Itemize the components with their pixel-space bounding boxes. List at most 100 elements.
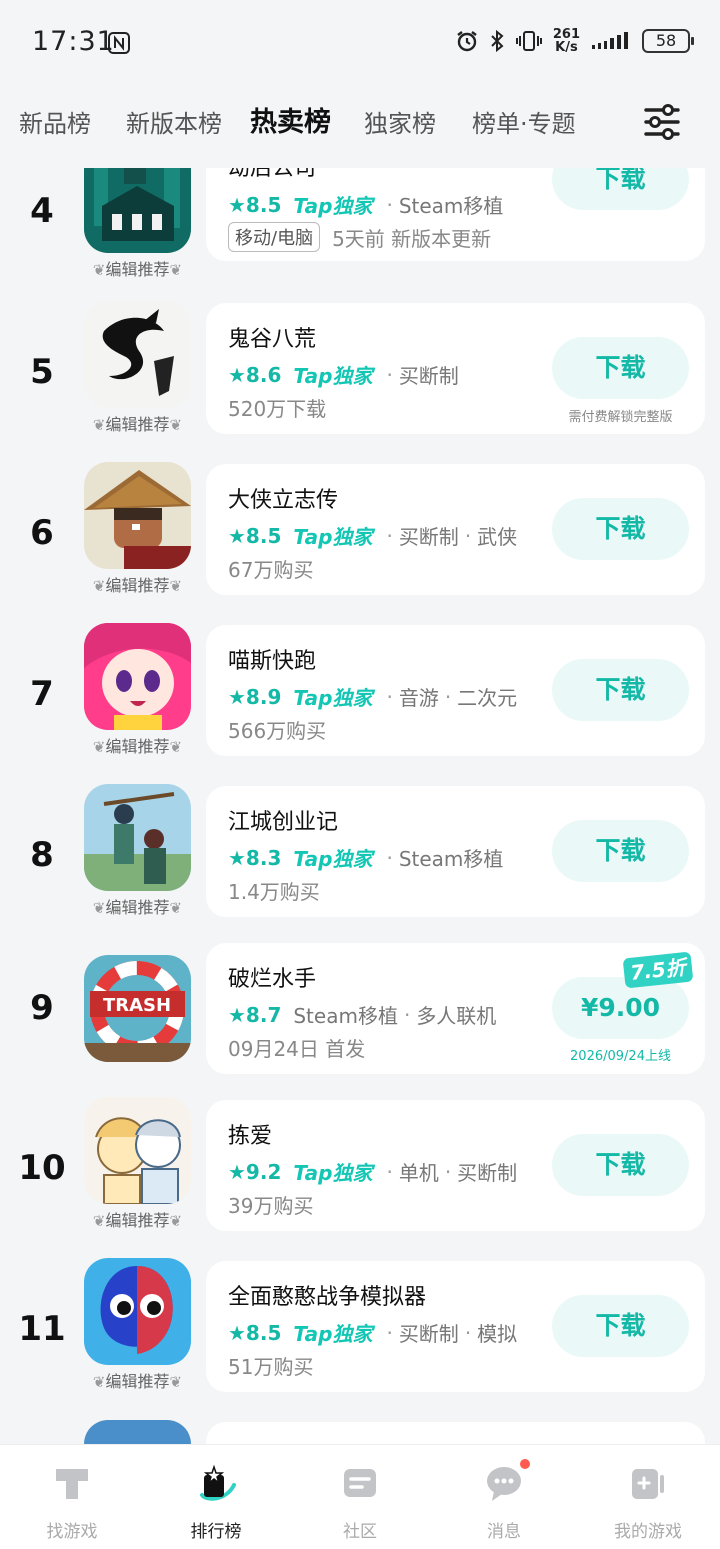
blob-soldier-icon[interactable] [84, 1258, 191, 1365]
nav-label: 排行榜 [190, 1522, 242, 1542]
bluetooth-icon [491, 29, 504, 53]
game-card[interactable]: 江城创业记 ★8.3 Tap独家 · Steam移植 1.4万购买 下载 [206, 786, 705, 917]
download-button[interactable]: 下载 [552, 498, 689, 560]
game-tag: 音游 [398, 686, 439, 710]
townsfolk-icon[interactable] [84, 784, 191, 891]
download-button[interactable]: 下载 [552, 659, 689, 721]
game-subinfo: 39万购买 [228, 1190, 313, 1219]
game-tag: 买断制 [398, 364, 459, 388]
rank-number: 7 [30, 674, 54, 714]
nav-label: 消息 [487, 1522, 521, 1542]
game-icon-partial[interactable] [84, 1420, 191, 1444]
game-tag: 买断制 [398, 525, 459, 549]
nav-community[interactable]: 社区 [288, 1445, 432, 1549]
network-speed-unit: K/s [555, 40, 578, 55]
game-sub-text: 1.4万购买 [228, 880, 320, 904]
sketch-couple-icon[interactable] [84, 1097, 191, 1204]
tab-label: 独家榜 [364, 110, 436, 138]
download-button[interactable]: 下载 [552, 1134, 689, 1196]
game-name: 喵斯快跑 [228, 649, 317, 674]
nav-find-games[interactable]: 找游戏 [0, 1445, 144, 1549]
game-card[interactable]: 破烂水手 ★8.7 Steam移植 · 多人联机 09月24日 首发 ¥9.00 … [206, 943, 705, 1074]
game-tag: 买断制 [398, 1322, 459, 1346]
game-card[interactable]: 鬼谷八荒 ★8.6 Tap独家 · 买断制 520万下载 下载 需付费解锁完整版 [206, 303, 705, 434]
game-name: 大侠立志传 [228, 488, 339, 513]
rating: ★8.6 [228, 362, 282, 387]
list-item[interactable]: 10 ❦编辑推荐❦ 拣爱 ★9.2 Tap独家 · 单机 · 买断制 39万购买… [0, 1097, 720, 1261]
list-item[interactable]: 8 ❦编辑推荐❦ 江城创业记 ★8.3 Tap独家 · Steam移植 1.4万… [0, 782, 720, 943]
tab-label: 榜单·专题 [472, 110, 576, 138]
game-sub-text: 51万购买 [228, 1355, 314, 1379]
nav-messages[interactable]: 消息 [432, 1445, 576, 1549]
tab-lists-topics[interactable]: 榜单·专题 [472, 104, 576, 139]
list-item[interactable]: 4 ❦编辑推荐❦ 劫后公司 ★8.5 Tap独家 · Steam移植 移动/电脑… [0, 168, 720, 299]
nav-my-games[interactable]: 我的游戏 [576, 1445, 720, 1549]
platform-tag: 移动/电脑 [228, 222, 321, 252]
list-item[interactable] [0, 1420, 720, 1444]
game-tag: 多人联机 [416, 1004, 497, 1028]
status-bar: 17:31 261 K/s 58 [0, 0, 720, 88]
nav-label: 找游戏 [46, 1522, 98, 1542]
game-name: 破烂水手 [228, 967, 317, 992]
dragon-ink-icon[interactable] [84, 301, 191, 408]
tap-exclusive-badge: Tap独家 [293, 364, 373, 388]
release-date-note: 2026/09/24上线 [570, 1049, 671, 1064]
game-subinfo: 520万下载 [228, 393, 326, 422]
svg-text:TRASH: TRASH [103, 995, 171, 1016]
game-card[interactable] [206, 1422, 705, 1444]
game-meta: ★8.6 Tap独家 · 买断制 [228, 360, 459, 389]
tab-new-releases[interactable]: 新品榜 [19, 104, 91, 139]
game-name: 鬼谷八荒 [228, 327, 317, 352]
game-tag: 模拟 [477, 1322, 518, 1346]
swordsman-icon[interactable] [84, 462, 191, 569]
tab-exclusives[interactable]: 独家榜 [364, 104, 436, 139]
anime-girl-icon[interactable] [84, 623, 191, 730]
price-button[interactable]: ¥9.00 [552, 977, 689, 1039]
tab-new-versions[interactable]: 新版本榜 [126, 104, 222, 139]
ranking-icon [200, 1464, 236, 1501]
game-tag: Steam移植 [293, 1004, 398, 1028]
rating: ★8.3 [228, 845, 282, 870]
game-card[interactable]: 拣爱 ★9.2 Tap独家 · 单机 · 买断制 39万购买 下载 [206, 1100, 705, 1231]
tap-exclusive-badge: Tap独家 [293, 1322, 373, 1346]
tab-best-sellers[interactable]: 热卖榜 [248, 100, 333, 139]
game-subinfo: 566万购买 [228, 715, 326, 744]
game-card[interactable]: 喵斯快跑 ★8.9 Tap独家 · 音游 · 二次元 566万购买 下载 [206, 625, 705, 756]
app-root: { "status_bar": { "time": "17:31", "net_… [0, 0, 720, 1549]
filter-settings-icon[interactable] [642, 102, 682, 142]
city-ruins-icon[interactable] [84, 168, 191, 253]
list-item[interactable]: 7 ❦编辑推荐❦ 喵斯快跑 ★8.9 Tap独家 · 音游 · 二次元 566万… [0, 621, 720, 782]
nav-ranking[interactable]: 排行榜 [144, 1445, 288, 1549]
download-note: 需付费解锁完整版 [568, 410, 673, 425]
notification-badge [518, 1457, 532, 1471]
game-name: 江城创业记 [228, 810, 339, 835]
download-button[interactable]: 下载 [552, 168, 689, 210]
game-tag: 二次元 [457, 686, 518, 710]
list-item[interactable]: 9 TRASH 破烂水手 ★8.7 Steam移植 · 多人联机 09月24日 … [0, 943, 720, 1104]
list-item[interactable]: 11 ❦编辑推荐❦ 全面憨憨战争模拟器 ★8.5 Tap独家 · 买断制 · 模… [0, 1258, 720, 1422]
rank-number: 8 [30, 835, 54, 875]
message-icon [487, 1467, 521, 1501]
ranking-list: 4 ❦编辑推荐❦ 劫后公司 ★8.5 Tap独家 · Steam移植 移动/电脑… [0, 168, 720, 1444]
trash-sailors-icon[interactable]: TRASH [84, 955, 191, 1062]
download-button[interactable]: 下载 [552, 1295, 689, 1357]
download-button[interactable]: 下载 [552, 820, 689, 882]
game-tag: 武侠 [477, 525, 518, 549]
game-tag: 单机 [398, 1161, 439, 1185]
editor-pick-label: ❦编辑推荐❦ [92, 898, 183, 917]
editor-pick-label: ❦编辑推荐❦ [92, 737, 183, 756]
rank-number: 9 [30, 988, 54, 1028]
rank-number: 5 [30, 352, 54, 392]
game-card[interactable]: 劫后公司 ★8.5 Tap独家 · Steam移植 移动/电脑 5天前 新版本更新… [206, 168, 705, 261]
game-card[interactable]: 大侠立志传 ★8.5 Tap独家 · 买断制 · 武侠 67万购买 下载 [206, 464, 705, 595]
find-games-icon [56, 1469, 88, 1499]
game-meta: ★8.3 Tap独家 · Steam移植 [228, 843, 503, 872]
tab-label: 新品榜 [19, 110, 91, 138]
tap-exclusive-badge: Tap独家 [293, 194, 373, 218]
game-card[interactable]: 全面憨憨战争模拟器 ★8.5 Tap独家 · 买断制 · 模拟 51万购买 下载 [206, 1261, 705, 1392]
game-name: 劫后公司 [228, 168, 317, 181]
list-item[interactable]: 5 ❦编辑推荐❦ 鬼谷八荒 ★8.6 Tap独家 ·买断制 520万下载 下载 [0, 299, 720, 460]
download-button[interactable]: 下载 [552, 337, 689, 399]
rating: ★8.5 [228, 523, 282, 548]
list-item[interactable]: 6 ❦编辑推荐❦ 大侠立志传 ★8.5 Tap独家 · 买断制 · 武侠 67万… [0, 460, 720, 621]
